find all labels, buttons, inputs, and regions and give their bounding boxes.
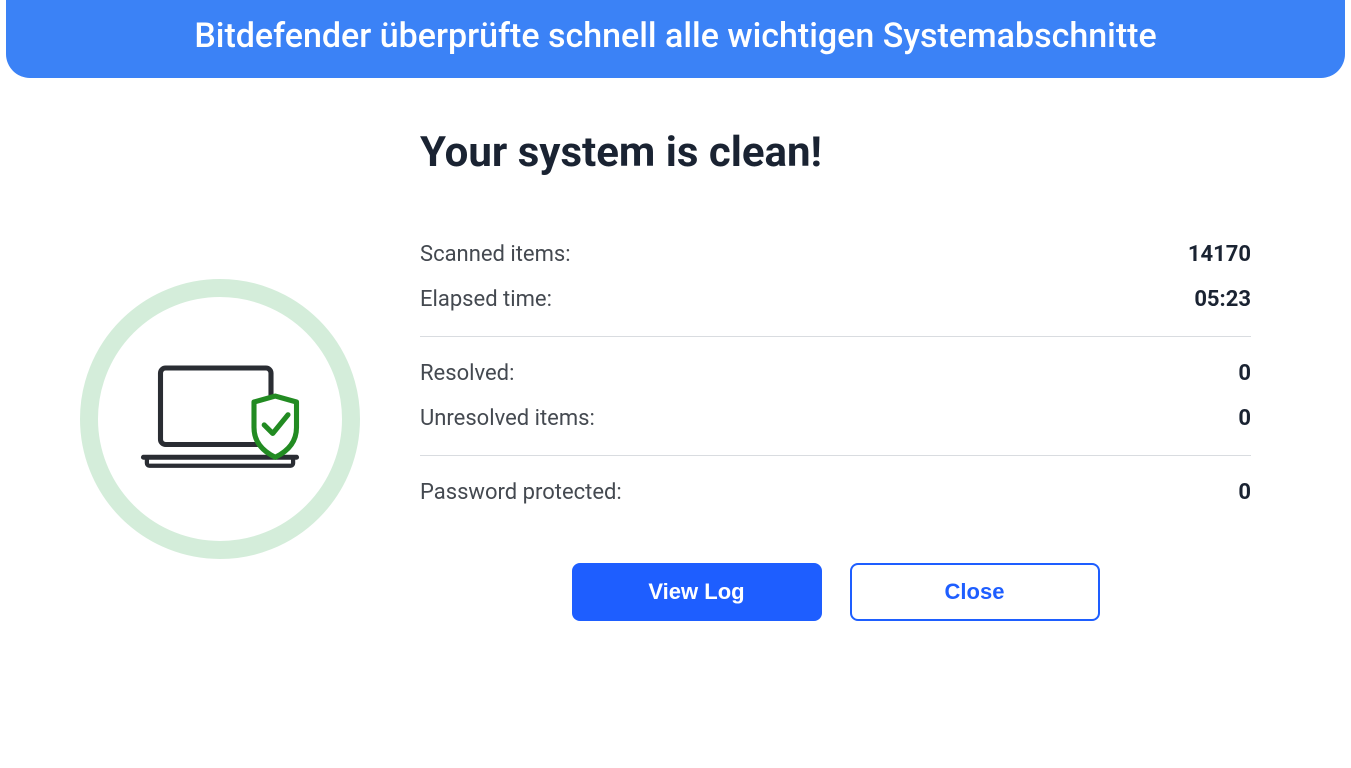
elapsed-time-value: 05:23	[1194, 287, 1251, 312]
resolved-value: 0	[1238, 361, 1251, 386]
scan-result-panel: Your system is clean! Scanned items: 141…	[0, 78, 1351, 621]
unresolved-row: Unresolved items: 0	[420, 396, 1251, 441]
scanned-items-row: Scanned items: 14170	[420, 232, 1251, 277]
unresolved-label: Unresolved items:	[420, 406, 595, 431]
password-protected-row: Password protected: 0	[420, 470, 1251, 515]
laptop-shield-icon	[135, 354, 305, 484]
divider-2	[420, 455, 1251, 456]
resolved-row: Resolved: 0	[420, 351, 1251, 396]
scanned-items-label: Scanned items:	[420, 242, 571, 267]
elapsed-time-row: Elapsed time: 05:23	[420, 277, 1251, 322]
view-log-button[interactable]: View Log	[572, 563, 822, 621]
result-content: Your system is clean! Scanned items: 141…	[420, 118, 1251, 621]
caption-text: Bitdefender überprüfte schnell alle wich…	[194, 16, 1156, 56]
button-row: View Log Close	[420, 563, 1251, 621]
caption-banner: Bitdefender überprüfte schnell alle wich…	[6, 0, 1345, 78]
status-icon-section	[80, 118, 360, 621]
result-title: Your system is clean!	[420, 128, 1251, 177]
elapsed-time-label: Elapsed time:	[420, 287, 552, 312]
unresolved-value: 0	[1238, 406, 1251, 431]
scanned-items-value: 14170	[1188, 242, 1251, 267]
password-protected-value: 0	[1238, 480, 1251, 505]
status-circle	[80, 279, 360, 559]
resolved-label: Resolved:	[420, 361, 514, 386]
close-button[interactable]: Close	[850, 563, 1100, 621]
password-protected-label: Password protected:	[420, 480, 622, 505]
divider-1	[420, 336, 1251, 337]
